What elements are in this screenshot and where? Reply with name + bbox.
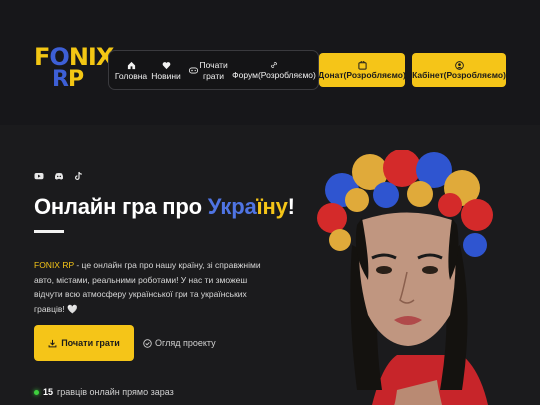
hero-title: Онлайн гра про Україну! (34, 194, 295, 220)
online-text: гравців онлайн прямо зараз (57, 387, 174, 397)
title-underline (34, 230, 64, 233)
logo[interactable]: FONIX RP (34, 43, 114, 96)
cart-icon (357, 60, 367, 70)
donate-button-label: Донат(Розробляємо) (318, 69, 406, 80)
online-indicator (34, 389, 39, 395)
start-playing-button[interactable]: Почати грати (34, 325, 134, 361)
link-icon (271, 62, 277, 68)
nav-item-label: Почати грати (199, 60, 228, 81)
hero-title-suffix: ! (287, 194, 295, 219)
main-nav: Головна Новини Почати грати Форум(Розроб… (108, 50, 319, 90)
nav-item-play[interactable]: Почати грати (186, 55, 230, 87)
project-overview-label: Огляд проекту (155, 338, 216, 348)
hero-description: FONIX RP - це онлайн гра про нашу країну… (34, 258, 266, 316)
tiktok-icon[interactable] (74, 168, 84, 180)
online-count: 15 (43, 387, 54, 397)
start-playing-label: Почати грати (61, 338, 120, 348)
logo-letter-f: F (34, 43, 50, 71)
hero-illustration (317, 150, 493, 405)
nav-item-forum[interactable]: Форум(Розробляємо) (232, 55, 316, 87)
cabinet-button[interactable]: Кабінет(Розробляємо) (412, 53, 506, 87)
nav-item-label: Форум(Розробляємо) (232, 70, 316, 80)
nav-item-home[interactable]: Головна (113, 55, 149, 87)
heart-icon (162, 61, 170, 69)
hero-title-yellow: їну (256, 194, 288, 219)
cabinet-button-label: Кабінет(Розробляємо) (412, 69, 506, 80)
nav-item-news[interactable]: Новини (149, 55, 183, 87)
home-icon (127, 61, 135, 69)
logo-letter-p: P (67, 67, 84, 92)
user-icon (454, 60, 464, 70)
social-links (34, 168, 84, 180)
discord-icon[interactable] (54, 168, 64, 180)
youtube-icon[interactable] (34, 168, 44, 180)
online-status: 15 гравців онлайн прямо зараз (34, 387, 174, 397)
brand-name: FONIX RP (34, 260, 74, 270)
project-overview-link[interactable]: Огляд проекту (143, 338, 216, 348)
nav-item-label: Головна (114, 70, 148, 81)
hero-title-blue: Укра (207, 194, 257, 219)
hero-title-prefix: Онлайн гра про (34, 194, 208, 219)
check-circle-icon (143, 338, 152, 348)
nav-item-label: Новини (151, 70, 181, 81)
donate-button[interactable]: Донат(Розробляємо) (318, 53, 406, 87)
gamepad-icon (188, 67, 198, 74)
logo-letter-r: R (52, 67, 69, 92)
download-icon (48, 339, 57, 347)
